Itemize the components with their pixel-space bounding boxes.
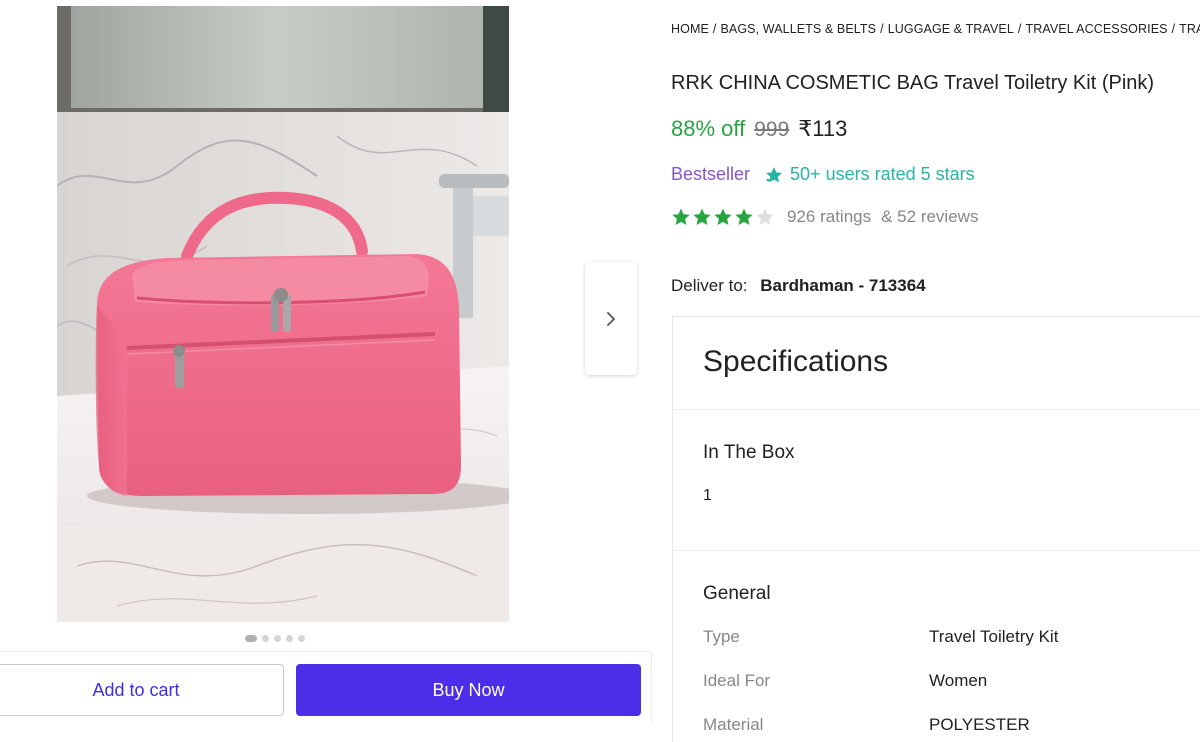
spec-key: Ideal For bbox=[703, 671, 771, 690]
product-title: RRK CHINA COSMETIC BAG Travel Toiletry K… bbox=[671, 72, 1155, 94]
carousel-dot[interactable] bbox=[298, 635, 305, 642]
in-the-box-heading: In The Box bbox=[703, 442, 795, 463]
divider bbox=[673, 550, 1200, 551]
next-image-button[interactable] bbox=[585, 262, 637, 375]
breadcrumb-separator: / bbox=[712, 22, 717, 36]
breadcrumb-separator: / bbox=[1017, 22, 1022, 36]
delivery-pincode: Bardhaman - 713364 bbox=[760, 276, 926, 295]
carousel-dot[interactable] bbox=[274, 635, 281, 642]
breadcrumb-bags[interactable]: BAGS, WALLETS & BELTS bbox=[720, 22, 876, 36]
bestseller-badge: Bestseller bbox=[671, 164, 751, 184]
buy-now-button[interactable]: Buy Now bbox=[296, 664, 641, 716]
star-rating[interactable] bbox=[671, 207, 775, 227]
breadcrumb-travel-accessories[interactable]: TRAVEL ACCESSORIES bbox=[1025, 22, 1167, 36]
rating-row: 926 ratings & 52 reviews bbox=[671, 207, 978, 227]
carousel-dot[interactable] bbox=[286, 635, 293, 642]
star-icon bbox=[735, 208, 753, 225]
product-image[interactable] bbox=[57, 6, 509, 622]
breadcrumb-separator: / bbox=[1171, 22, 1176, 36]
specifications-title: Specifications bbox=[703, 345, 889, 378]
cosmetic-bag-photo bbox=[57, 6, 509, 622]
star-icon bbox=[714, 208, 732, 225]
product-page: Add to cart Buy Now HOME / BAGS, WALLETS &… bbox=[0, 0, 1200, 742]
add-to-cart-button[interactable]: Add to cart bbox=[0, 664, 284, 716]
delivery-location[interactable]: Deliver to: Bardhaman - 713364 bbox=[671, 276, 926, 296]
spec-value: POLYESTER bbox=[929, 715, 1030, 734]
carousel-dot[interactable] bbox=[245, 635, 257, 642]
spec-row: Material POLYESTER bbox=[703, 715, 1200, 735]
chevron-right-icon bbox=[607, 311, 615, 326]
spec-row: Ideal For Women bbox=[703, 671, 1200, 691]
price-row: 88% off 999 ₹113 bbox=[671, 116, 847, 142]
in-the-box-value: 1 bbox=[703, 487, 712, 504]
selling-price: ₹113 bbox=[798, 116, 848, 141]
spec-key: Type bbox=[703, 627, 740, 646]
discount-percent: 88% off bbox=[671, 116, 746, 141]
star-icon bbox=[693, 208, 711, 225]
general-heading: General bbox=[703, 583, 771, 604]
original-price: 999 bbox=[754, 118, 790, 141]
carousel-dots bbox=[245, 635, 305, 642]
divider bbox=[673, 409, 1200, 410]
spec-value: Women bbox=[929, 671, 988, 690]
specifications-card: Specifications In The Box 1 General Type… bbox=[672, 316, 1200, 742]
delivery-label: Deliver to: bbox=[671, 276, 748, 295]
breadcrumb-luggage[interactable]: LUGGAGE & TRAVEL bbox=[888, 22, 1014, 36]
spec-key: Material bbox=[703, 715, 764, 734]
breadcrumb-truncated[interactable]: TRAV bbox=[1179, 22, 1200, 36]
star-icon bbox=[672, 208, 690, 225]
star-empty-icon bbox=[756, 208, 774, 225]
carousel-dot[interactable] bbox=[262, 635, 269, 642]
breadcrumb-separator: / bbox=[880, 22, 884, 36]
breadcrumb: HOME / BAGS, WALLETS & BELTS / LUGGAGE & TRA… bbox=[671, 22, 1200, 36]
spec-row: Type Travel Toiletry Kit bbox=[703, 627, 1200, 647]
ratings-count[interactable]: 926 ratings bbox=[787, 207, 871, 227]
sparkle-star-icon bbox=[766, 166, 783, 182]
rated-badge: 50+ users rated 5 stars bbox=[764, 164, 975, 185]
reviews-count[interactable]: & 52 reviews bbox=[881, 207, 978, 227]
action-bar: Add to cart Buy Now bbox=[0, 651, 652, 723]
spec-value: Travel Toiletry Kit bbox=[929, 627, 1059, 646]
badge-row: Bestseller 50+ users rated 5 stars bbox=[671, 164, 975, 185]
rated-badge-text: 50+ users rated 5 stars bbox=[790, 164, 975, 184]
breadcrumb-home[interactable]: HOME bbox=[671, 22, 709, 36]
